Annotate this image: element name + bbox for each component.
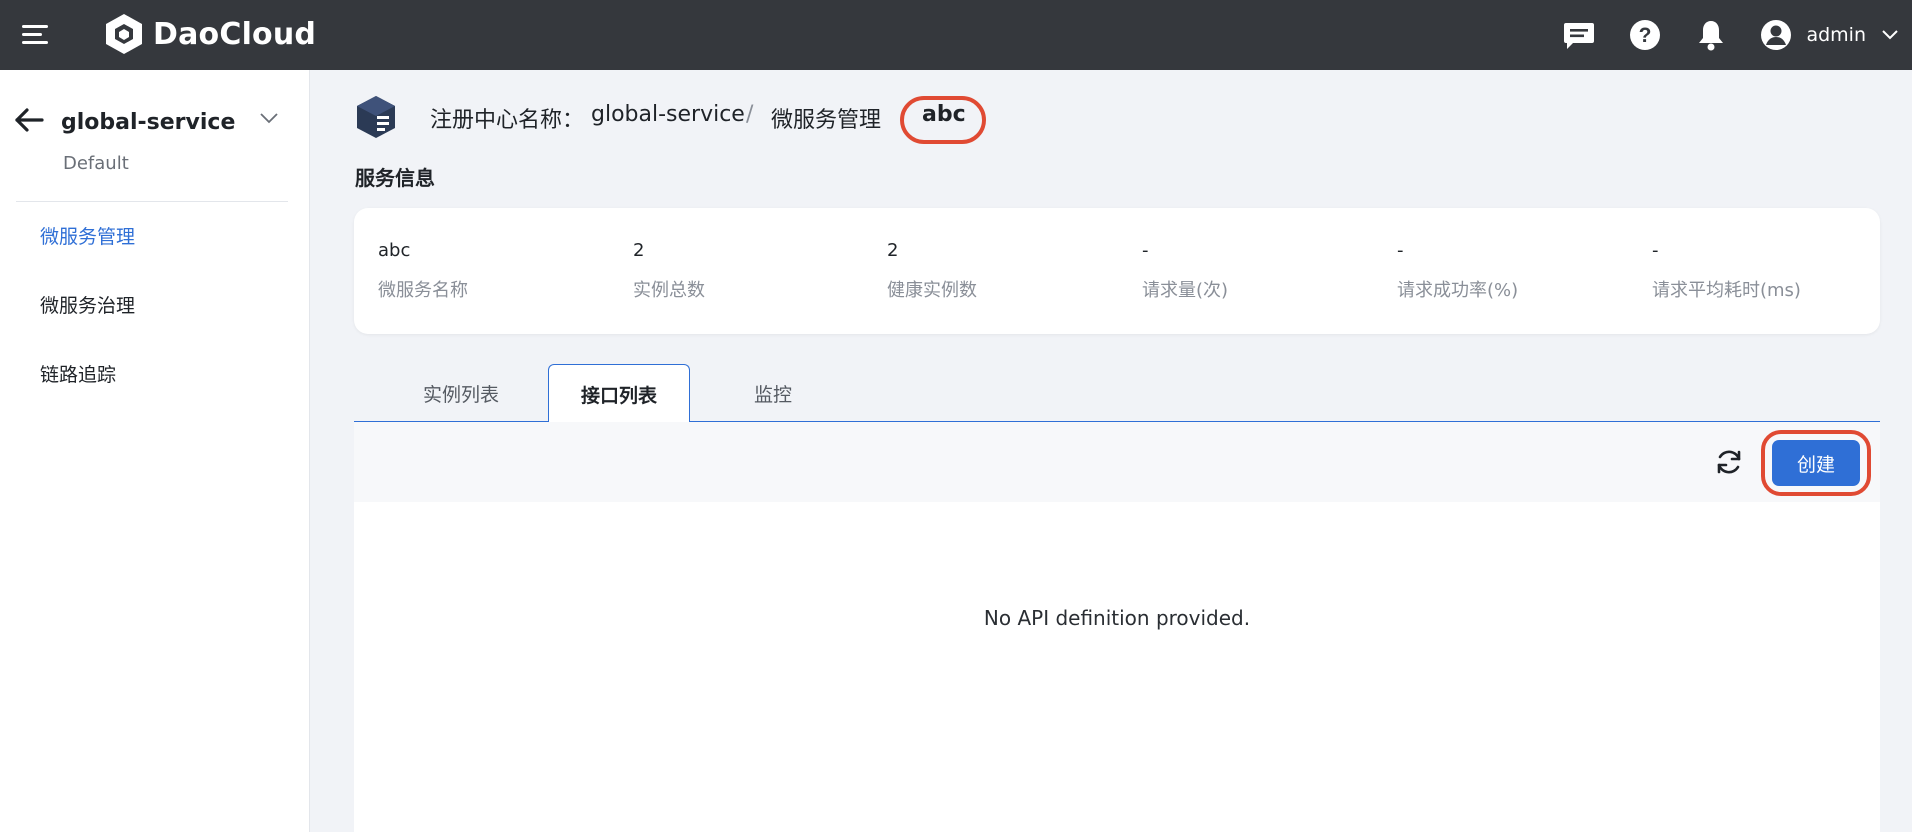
info-value: abc xyxy=(378,240,411,261)
sidebar-title: global-service xyxy=(61,110,236,135)
info-healthy-instances: 2 健康实例数 xyxy=(887,240,977,302)
message-icon[interactable] xyxy=(1562,18,1596,52)
tab-bar: 实例列表 接口列表 监控 xyxy=(354,364,1880,423)
chevron-down-icon xyxy=(1882,30,1898,40)
sidebar-header: global-service Default xyxy=(0,70,310,202)
breadcrumb-label: 注册中心名称： xyxy=(430,108,585,133)
info-avg-latency: - 请求平均耗时(ms) xyxy=(1652,240,1801,302)
info-success-rate: - 请求成功率(%) xyxy=(1397,240,1518,302)
panel-toolbar xyxy=(354,422,1880,502)
breadcrumb-registry[interactable]: global-service xyxy=(591,102,745,127)
bell-icon[interactable] xyxy=(1694,18,1728,52)
brand-name: DaoCloud xyxy=(153,16,317,52)
info-label: 请求平均耗时(ms) xyxy=(1652,280,1801,301)
info-label: 请求量(次) xyxy=(1142,280,1229,301)
info-value: 2 xyxy=(633,240,645,261)
tab-api-list[interactable]: 接口列表 xyxy=(548,364,690,423)
user-menu[interactable]: admin xyxy=(1760,19,1898,51)
svg-text:?: ? xyxy=(1639,24,1652,47)
breadcrumb-section[interactable]: 微服务管理 xyxy=(771,102,881,134)
info-value: - xyxy=(1397,240,1404,261)
info-value: - xyxy=(1142,240,1149,261)
divider xyxy=(16,201,288,202)
daocloud-logo-icon xyxy=(106,14,142,54)
top-bar: DaoCloud ? admin xyxy=(0,0,1912,70)
username: admin xyxy=(1806,24,1866,46)
info-instance-total: 2 实例总数 xyxy=(633,240,705,302)
sidebar-item-trace[interactable]: 链路追踪 xyxy=(40,360,116,387)
info-label: 实例总数 xyxy=(633,280,705,301)
api-list-panel xyxy=(354,502,1880,832)
sidebar: global-service Default 微服务管理 微服务治理 链路追踪 xyxy=(0,70,310,832)
user-avatar-icon xyxy=(1761,20,1792,50)
info-value: - xyxy=(1652,240,1659,261)
section-title: 服务信息 xyxy=(355,166,435,190)
chevron-down-icon[interactable] xyxy=(260,112,278,124)
breadcrumb-separator: / xyxy=(746,102,754,127)
info-label: 微服务名称 xyxy=(378,280,468,301)
info-label: 健康实例数 xyxy=(887,280,977,301)
back-arrow-icon[interactable] xyxy=(14,108,44,132)
info-request-count: - 请求量(次) xyxy=(1142,240,1228,302)
menu-icon[interactable] xyxy=(22,22,50,48)
service-info-card: abc 微服务名称 2 实例总数 2 健康实例数 - 请求量(次) - 请求成功… xyxy=(354,208,1880,334)
sidebar-item-microservice-governance[interactable]: 微服务治理 xyxy=(40,291,135,318)
info-service-name: abc 微服务名称 xyxy=(378,240,468,302)
registry-icon xyxy=(357,96,395,138)
info-label: 请求成功率(%) xyxy=(1397,280,1519,301)
create-button[interactable]: 创建 xyxy=(1772,440,1860,486)
help-icon[interactable]: ? xyxy=(1628,18,1662,52)
empty-state-text: No API definition provided. xyxy=(983,606,1251,630)
info-value: 2 xyxy=(887,240,899,261)
tab-monitoring[interactable]: 监控 xyxy=(710,364,836,422)
sidebar-subtitle: Default xyxy=(63,153,129,174)
logo[interactable]: DaoCloud xyxy=(103,12,316,56)
refresh-icon[interactable] xyxy=(1714,447,1744,477)
tab-instance-list[interactable]: 实例列表 xyxy=(394,364,528,422)
sidebar-item-microservice-management[interactable]: 微服务管理 xyxy=(40,222,135,249)
breadcrumb-current: abc xyxy=(922,102,966,127)
